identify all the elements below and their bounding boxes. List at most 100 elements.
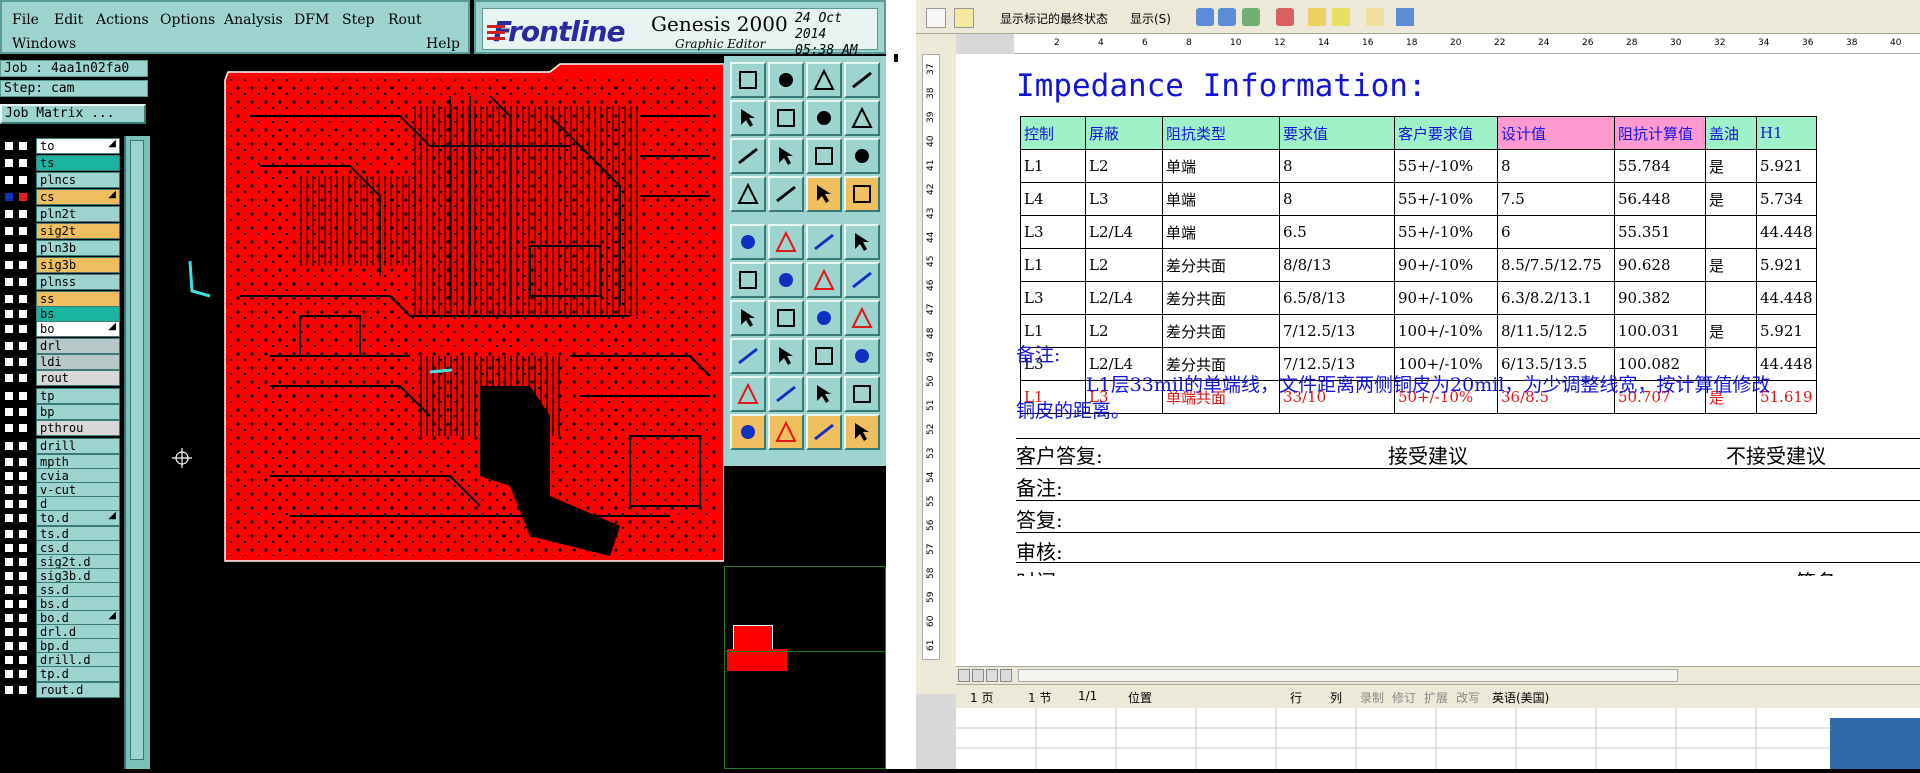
layer-icon[interactable] (844, 176, 880, 212)
layer-affected-checkbox[interactable] (18, 373, 28, 383)
layer-name[interactable]: plnss (36, 274, 120, 290)
snap-icon[interactable] (806, 338, 842, 374)
layer-checkbox[interactable] (4, 557, 14, 567)
pcb-canvas[interactable] (150, 56, 725, 769)
layer-checkbox[interactable] (4, 407, 14, 417)
impedance-cell[interactable]: 90.382 (1614, 281, 1706, 315)
layer-name[interactable]: bp (36, 404, 120, 420)
impedance-cell[interactable]: 6.5 (1279, 215, 1395, 249)
layer-checkbox[interactable] (4, 457, 14, 467)
layer-checkbox[interactable] (4, 655, 14, 665)
layer-row[interactable]: sig2t (2, 223, 120, 239)
prev-change-icon[interactable] (1196, 8, 1214, 26)
zoom-icon[interactable] (844, 100, 880, 136)
layer-name[interactable]: drl (36, 338, 120, 354)
shape-icon[interactable] (768, 224, 804, 260)
impedance-cell[interactable]: L3 (1020, 281, 1086, 315)
pdf-icon[interactable] (926, 8, 946, 28)
layer-row[interactable]: cs ◢ (2, 189, 120, 205)
impedance-cell[interactable]: L3 (1020, 215, 1086, 249)
layer-checkbox[interactable] (4, 226, 14, 236)
impedance-cell[interactable]: 差分共面 (1162, 281, 1280, 315)
layer-row[interactable]: pthrou (2, 420, 120, 436)
layer-affected-checkbox[interactable] (18, 391, 28, 401)
layer-affected-checkbox[interactable] (18, 613, 28, 623)
accept-option[interactable]: 接受建议 (1388, 440, 1468, 469)
next-icon[interactable] (768, 100, 804, 136)
layer-checkbox[interactable] (4, 373, 14, 383)
layer-affected-checkbox[interactable] (18, 357, 28, 367)
layer-row[interactable]: to ◢ (2, 138, 120, 154)
layer-name[interactable]: rout (36, 370, 120, 386)
layer-affected-checkbox[interactable] (18, 324, 28, 334)
select-icon[interactable] (730, 414, 766, 450)
layer-affected-checkbox[interactable] (18, 175, 28, 185)
hscroll-thumb[interactable] (1018, 669, 1678, 682)
pin-icon[interactable] (844, 300, 880, 336)
horizontal-ruler[interactable]: 24681012141618202224262830323436384042 (1014, 34, 1920, 54)
layer-name[interactable]: bs (36, 306, 120, 322)
layer-affected-checkbox[interactable] (18, 627, 28, 637)
group-icon[interactable] (844, 338, 880, 374)
impedance-cell[interactable]: 44.448 (1756, 281, 1817, 315)
layer-affected-checkbox[interactable] (18, 641, 28, 651)
layer-affected-checkbox[interactable] (18, 513, 28, 523)
layer-checkbox[interactable] (4, 441, 14, 451)
impedance-cell[interactable]: 90+/-10% (1394, 248, 1498, 282)
layer-name[interactable]: pln3b (36, 240, 120, 256)
impedance-cell[interactable]: 5.921 (1756, 314, 1817, 348)
layer-checkbox[interactable] (4, 669, 14, 679)
impedance-cell[interactable]: L4 (1020, 182, 1086, 216)
scale-icon[interactable] (806, 138, 842, 174)
triangle-icon[interactable] (730, 376, 766, 412)
track-changes-icon[interactable] (1366, 8, 1384, 26)
layer-name[interactable]: sig2t (36, 223, 120, 239)
impedance-cell[interactable]: 100+/-10% (1394, 314, 1498, 348)
impedance-cell[interactable]: 7.5 (1497, 182, 1615, 216)
connect-icon[interactable] (730, 262, 766, 298)
layer-row[interactable]: pln3b (2, 240, 120, 256)
impedance-cell[interactable]: 55+/-10% (1394, 149, 1498, 183)
impedance-cell[interactable] (1705, 281, 1757, 315)
copy-icon[interactable] (730, 338, 766, 374)
triangle4-icon[interactable] (844, 376, 880, 412)
impedance-cell[interactable]: L2 (1085, 314, 1163, 348)
path-icon[interactable] (844, 414, 880, 450)
layer-checkbox[interactable] (4, 391, 14, 401)
layer-affected-checkbox[interactable] (18, 457, 28, 467)
menu-help[interactable]: Help (426, 36, 460, 52)
impedance-cell[interactable]: 单端 (1162, 149, 1280, 183)
impedance-cell[interactable]: 是 (1705, 248, 1757, 282)
layer-affected-checkbox[interactable] (18, 423, 28, 433)
horizontal-scrollbar[interactable] (956, 666, 1920, 684)
impedance-cell[interactable]: L1 (1020, 248, 1086, 282)
layer-checkbox[interactable] (4, 294, 14, 304)
impedance-cell[interactable]: 8 (1497, 149, 1615, 183)
impedance-cell[interactable]: 100.031 (1614, 314, 1706, 348)
slash-icon[interactable] (768, 300, 804, 336)
layer-checkbox[interactable] (4, 158, 14, 168)
impedance-cell[interactable]: L2/L4 (1085, 215, 1163, 249)
impedance-cell[interactable]: L1 (1020, 149, 1086, 183)
layer-affected-checkbox[interactable] (18, 655, 28, 665)
layer-checkbox[interactable] (4, 543, 14, 553)
reject-change-icon[interactable] (1276, 8, 1294, 26)
layer-row[interactable]: plncs (2, 172, 120, 188)
triangle2-icon[interactable] (768, 376, 804, 412)
layer-row[interactable]: tp.d (2, 666, 120, 682)
step-icon[interactable] (806, 100, 842, 136)
impedance-cell[interactable]: 单端 (1162, 215, 1280, 249)
layer-row[interactable]: tp (2, 388, 120, 404)
layer-checkbox[interactable] (4, 641, 14, 651)
menu-edit[interactable]: Edit (54, 12, 83, 28)
job-matrix-button[interactable]: Job Matrix ... (0, 104, 146, 124)
impedance-cell[interactable]: 55+/-10% (1394, 215, 1498, 249)
layer-row[interactable]: plnss (2, 274, 120, 290)
layer-row[interactable]: ts (2, 155, 120, 171)
layer-checkbox[interactable] (4, 627, 14, 637)
settings-icon[interactable] (730, 176, 766, 212)
layer-affected-checkbox[interactable] (18, 141, 28, 151)
layer-affected-checkbox[interactable] (18, 309, 28, 319)
layer-affected-checkbox[interactable] (18, 260, 28, 270)
layer-checkbox[interactable] (4, 529, 14, 539)
